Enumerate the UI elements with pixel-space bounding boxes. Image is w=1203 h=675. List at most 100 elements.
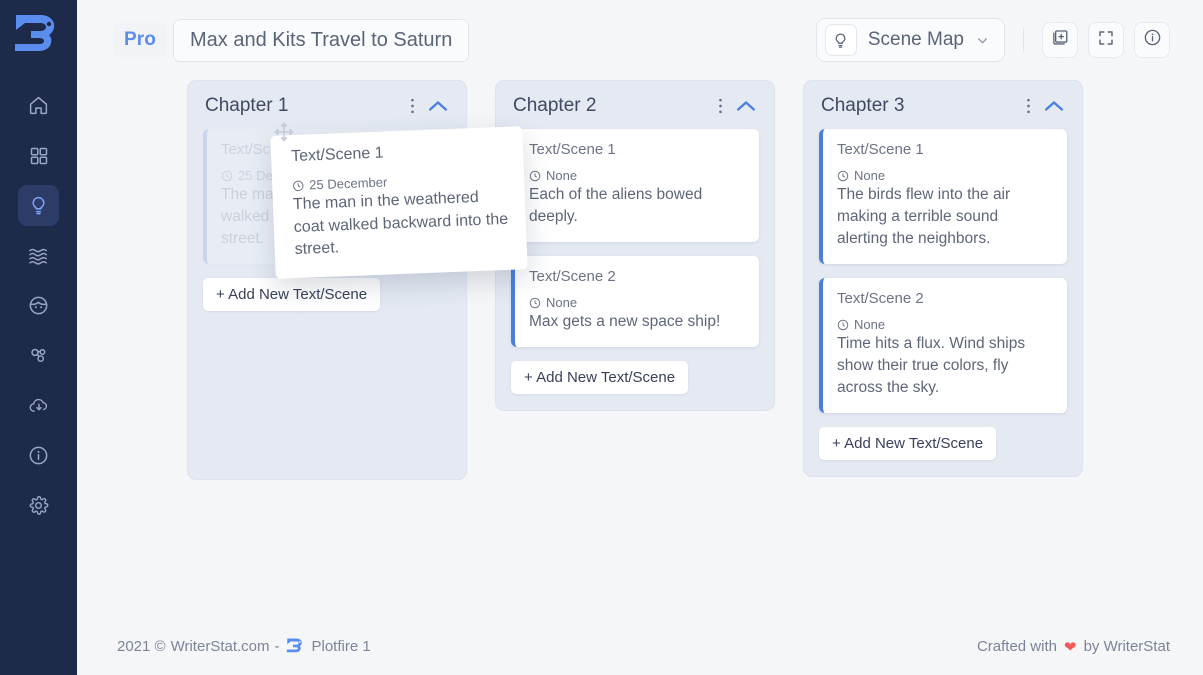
clock-icon	[221, 170, 233, 182]
network-icon	[28, 345, 49, 366]
footer-copyright: 2021 ©	[117, 638, 166, 655]
sidebar-item-export[interactable]	[18, 385, 59, 426]
scene-card[interactable]: Text/Scene 1 NoneEach of the aliens bowed…	[511, 129, 759, 242]
column-title: Chapter 2	[513, 95, 596, 117]
scene-card-meta: None	[529, 168, 745, 183]
column-3: Chapter 3Text/Scene 1NoneThe birds flew …	[803, 80, 1083, 477]
scene-card-title: Text/Scene 2	[837, 290, 1053, 307]
board: Chapter 1Text/Scene 125 DecemberThe man …	[77, 80, 1203, 480]
chevron-up-icon[interactable]	[427, 99, 449, 113]
scene-card-meta: None	[529, 295, 745, 310]
column-header: Chapter 2	[511, 95, 759, 117]
info-circle-icon	[1143, 28, 1162, 52]
clock-icon	[529, 297, 541, 309]
column-actions	[1026, 97, 1065, 115]
bulb-icon	[825, 24, 857, 56]
three-dots-icon[interactable]	[410, 97, 415, 115]
three-dots-icon[interactable]	[718, 97, 723, 115]
dragon-logo-small	[285, 637, 307, 656]
scene-card-date: None	[546, 168, 577, 183]
clock-icon	[529, 170, 541, 182]
plan-badge[interactable]: Pro	[113, 23, 167, 57]
view-selector-label: Scene Map	[868, 29, 964, 51]
project-title-input[interactable]: Max and Kits Travel to Saturn	[173, 19, 469, 62]
sidebar-item-about[interactable]	[18, 435, 59, 476]
scene-card-title: Text/Scene 1	[529, 141, 745, 158]
column-actions	[718, 97, 757, 115]
clock-icon	[837, 170, 849, 182]
scene-card-body: The birds flew into the air making a ter…	[837, 184, 1053, 250]
main-area: Pro Max and Kits Travel to Saturn Scene …	[77, 0, 1203, 675]
add-scene-button[interactable]: + Add New Text/Scene	[819, 427, 996, 460]
move-arrows-icon[interactable]	[273, 121, 295, 148]
dragged-card-title: Text/Scene 1	[291, 140, 508, 166]
column-header: Chapter 3	[819, 95, 1067, 117]
fullscreen-button[interactable]	[1088, 22, 1124, 58]
scene-card-date: None	[546, 295, 577, 310]
scene-card-date: None	[854, 317, 885, 332]
sidebar-item-scenes[interactable]	[18, 185, 59, 226]
sidebar-item-timeline[interactable]	[18, 235, 59, 276]
sidebar-item-dashboard[interactable]	[18, 135, 59, 176]
scene-card-meta: None	[837, 168, 1053, 183]
three-dots-icon[interactable]	[1026, 97, 1031, 115]
sidebar-nav	[18, 85, 59, 526]
view-selector[interactable]: Scene Map	[816, 18, 1005, 62]
footer: 2021 © WriterStat.com - Plotfire 1 Craft…	[77, 618, 1203, 675]
header-actions: Scene Map	[816, 18, 1170, 62]
info-icon	[28, 445, 49, 466]
footer-dash: -	[275, 638, 280, 655]
column-2: Chapter 2Text/Scene 1NoneEach of the ali…	[495, 80, 775, 411]
gear-icon	[28, 495, 49, 516]
bulb-icon	[28, 195, 49, 216]
chevron-up-icon[interactable]	[735, 99, 757, 113]
sidebar-item-settings[interactable]	[18, 485, 59, 526]
scene-card-date: None	[854, 168, 885, 183]
add-scene-button[interactable]: + Add New Text/Scene	[203, 278, 380, 311]
chevron-up-icon[interactable]	[1043, 99, 1065, 113]
add-board-button[interactable]	[1042, 22, 1078, 58]
waves-icon	[28, 246, 50, 266]
header-divider	[1023, 28, 1024, 52]
home-icon	[28, 95, 49, 116]
dragged-card-body: The man in the weathered coat walked bac…	[293, 186, 511, 262]
fullscreen-icon	[1097, 29, 1115, 52]
scene-card-body: Time hits a flux. Wind ships show their …	[837, 333, 1053, 399]
add-scene-button[interactable]: + Add New Text/Scene	[511, 361, 688, 394]
app-root: Pro Max and Kits Travel to Saturn Scene …	[0, 0, 1203, 675]
dragged-card[interactable]: Text/Scene 1 25 December The man in the …	[270, 126, 527, 279]
scene-card[interactable]: Text/Scene 1 NoneThe birds flew into the …	[819, 129, 1067, 264]
column-title: Chapter 1	[205, 95, 288, 117]
column-actions	[410, 97, 449, 115]
info-button[interactable]	[1134, 22, 1170, 58]
cloud-download-icon	[28, 395, 50, 416]
footer-site[interactable]: WriterStat.com	[171, 638, 270, 655]
scene-card-title: Text/Scene 2	[529, 268, 745, 285]
footer-product: Plotfire 1	[312, 638, 371, 655]
scene-card[interactable]: Text/Scene 2 NoneTime hits a flux. Wind s…	[819, 278, 1067, 413]
scene-card-body: Max gets a new space ship!	[529, 311, 745, 333]
chevron-down-icon	[975, 33, 990, 48]
footer-right: Crafted with ❤ by WriterStat	[977, 638, 1170, 656]
footer-left: 2021 © WriterStat.com - Plotfire 1	[117, 637, 371, 656]
footer-crafted-suffix: by WriterStat	[1084, 638, 1170, 655]
clock-icon	[837, 319, 849, 331]
footer-crafted-prefix: Crafted with	[977, 638, 1057, 655]
grid-icon	[29, 146, 49, 166]
dragon-logo[interactable]	[8, 8, 70, 63]
scene-card[interactable]: Text/Scene 2 NoneMax gets a new space shi…	[511, 256, 759, 347]
scene-card-meta: None	[837, 317, 1053, 332]
header: Pro Max and Kits Travel to Saturn Scene …	[77, 0, 1203, 80]
sidebar	[0, 0, 77, 675]
duplicate-add-icon	[1051, 28, 1070, 52]
scene-card-body: Each of the aliens bowed deeply.	[529, 184, 745, 228]
sidebar-item-home[interactable]	[18, 85, 59, 126]
heart-icon: ❤	[1064, 638, 1077, 656]
column-title: Chapter 3	[821, 95, 904, 117]
sidebar-item-characters[interactable]	[18, 285, 59, 326]
sidebar-item-relations[interactable]	[18, 335, 59, 376]
column-header: Chapter 1	[203, 95, 451, 117]
clock-icon	[292, 179, 304, 191]
character-icon	[28, 295, 49, 316]
scene-card-title: Text/Scene 1	[837, 141, 1053, 158]
